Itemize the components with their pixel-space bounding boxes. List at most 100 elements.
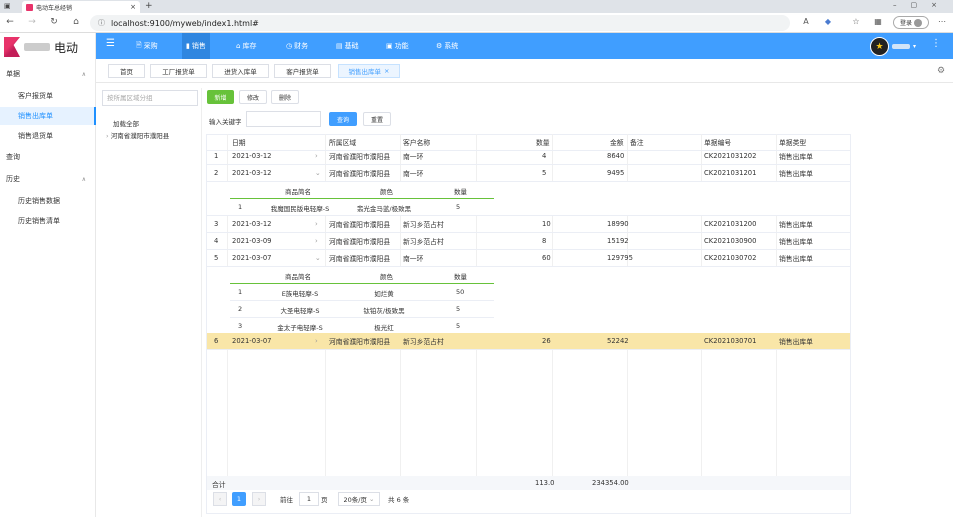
url-field[interactable]: ⓘ localhost:9100/myweb/index1.html# xyxy=(90,15,790,31)
cell-code: CK2021031201 xyxy=(704,169,757,177)
favorite-icon[interactable]: ☆ xyxy=(850,16,862,28)
total-count: 共 6 条 xyxy=(388,496,410,504)
expand-row-icon[interactable]: › xyxy=(315,337,318,345)
col-header-code[interactable]: 单据编号 xyxy=(704,137,731,147)
col-header-region[interactable]: 所属区域 xyxy=(329,137,356,147)
region-filter-panel xyxy=(100,88,202,517)
region-filter-input[interactable]: 按所属区域分组 xyxy=(102,90,198,106)
detail-col-name: 商品简名 xyxy=(285,273,311,281)
forward-icon[interactable]: → xyxy=(26,16,38,28)
nav-basic[interactable]: ▤ 基础 xyxy=(336,33,359,59)
tab-purchase-inbound[interactable]: 进货入库单 xyxy=(212,64,269,78)
page-size-select[interactable]: 20条/页 ⌄ xyxy=(338,492,380,506)
cell-region: 河南省濮阳市濮阳县 xyxy=(329,153,391,161)
sidebar-group-label: 历史 xyxy=(6,175,20,183)
window-controls[interactable]: –▢× xyxy=(893,1,951,9)
detail-header: 商品简名 颜色 数量 xyxy=(230,182,494,199)
col-header-date[interactable]: 日期 xyxy=(232,137,246,147)
sidebar-group-documents[interactable]: 单据 ∧ xyxy=(0,65,96,83)
tab-factory-report[interactable]: 工厂报货单 xyxy=(150,64,207,78)
nav-sales[interactable]: ▮ 销售 xyxy=(182,33,210,59)
reset-button[interactable]: 重置 xyxy=(363,112,391,126)
cell-amount: 52242 xyxy=(607,337,629,345)
login-button[interactable]: 登录 xyxy=(893,16,929,29)
sidebar-item-sales-return[interactable]: 销售退货单 xyxy=(0,127,96,145)
col-header-qty[interactable]: 数量 xyxy=(536,137,550,147)
nav-finance[interactable]: ◷ 财务 xyxy=(286,33,308,59)
tab-customer-report[interactable]: 客户报货单 xyxy=(274,64,331,78)
keyword-input[interactable] xyxy=(246,111,321,127)
col-header-type[interactable]: 单据类型 xyxy=(779,137,806,147)
add-button[interactable]: 新增 xyxy=(207,90,234,104)
row-index: 4 xyxy=(214,237,219,245)
search-button[interactable]: 查询 xyxy=(329,112,357,126)
close-tab-icon[interactable]: × xyxy=(130,3,136,11)
new-tab-icon[interactable]: + xyxy=(145,1,153,11)
collections-icon[interactable]: ▦ xyxy=(872,16,884,28)
sidebar-item-history-sales-list[interactable]: 历史销售清单 xyxy=(0,212,96,230)
collapse-row-icon[interactable]: ⌄ xyxy=(315,254,321,262)
page-number-current[interactable]: 1 xyxy=(232,492,246,506)
next-page-button[interactable]: › xyxy=(252,492,266,506)
browser-titlebar xyxy=(0,0,953,13)
expand-row-icon[interactable]: › xyxy=(315,152,318,160)
tab-home[interactable]: 首页 xyxy=(108,64,145,78)
cell-type: 销售出库单 xyxy=(779,238,813,246)
tree-node-region[interactable]: › 河南省濮阳市濮阳县 xyxy=(106,130,169,140)
detail-row: 1 E族电轻摩-S 如烂黄 50 xyxy=(230,284,494,301)
tab-label: 工厂报货单 xyxy=(162,68,195,76)
extension-icon[interactable]: ◆ xyxy=(822,16,834,28)
col-header-amount[interactable]: 金额 xyxy=(610,137,624,147)
translate-icon[interactable]: A xyxy=(800,16,812,28)
nav-system[interactable]: ⚙ 系统 xyxy=(436,33,458,59)
col-header-note[interactable]: 备注 xyxy=(630,137,644,147)
settings-gear-icon[interactable]: ⚙ xyxy=(937,66,945,76)
chevron-down-icon: ⌄ xyxy=(369,495,375,503)
col-header-customer[interactable]: 客户名称 xyxy=(403,137,430,147)
sidebar-item-sales-outbound[interactable]: 销售出库单 xyxy=(0,107,96,125)
user-menu[interactable]: ★ ▾ xyxy=(870,37,916,56)
cell-type: 销售出库单 xyxy=(779,338,813,346)
nav-inventory[interactable]: ⌂ 库存 xyxy=(236,33,256,59)
tab-sales-outbound[interactable]: 销售出库单 × xyxy=(338,64,400,78)
more-icon[interactable]: ⋮ xyxy=(931,38,941,49)
close-icon[interactable]: × xyxy=(384,67,389,75)
table-row[interactable]: 6 2021-03-07 河南省濮阳市濮阳县 新习乡范占村 26 52242 CK20210… xyxy=(207,333,850,350)
page-suffix: 页 xyxy=(321,496,328,504)
home-icon[interactable]: ⌂ xyxy=(70,16,82,28)
edit-button[interactable]: 修改 xyxy=(239,90,267,104)
cell-customer: 南一环 xyxy=(403,255,424,263)
nav-label: 功能 xyxy=(394,42,409,50)
tree-node-load-all[interactable]: 加载全部 xyxy=(113,118,139,128)
browser-tab[interactable]: 电动车总经销 × xyxy=(22,1,140,13)
sidebar-item-history-sales-data[interactable]: 历史销售数据 xyxy=(0,192,96,210)
back-icon[interactable]: ← xyxy=(4,16,16,28)
expand-row-icon[interactable]: › xyxy=(315,237,318,245)
collapse-row-icon[interactable]: ⌄ xyxy=(315,169,321,177)
nav-purchase[interactable]: 🗎 采购 xyxy=(136,33,158,59)
sidebar-group-query[interactable]: 查询 xyxy=(0,148,96,166)
nav-functions[interactable]: ▣ 功能 xyxy=(386,33,409,59)
table-row[interactable]: 2 2021-03-12 河南省濮阳市濮阳县 南一环 5 9495 CK2021031201… xyxy=(207,165,850,182)
goto-input[interactable]: 1 xyxy=(299,492,319,506)
cell-region: 河南省濮阳市濮阳县 xyxy=(329,255,391,263)
reload-icon[interactable]: ↻ xyxy=(48,16,60,28)
table-row[interactable]: 3 2021-03-12 河南省濮阳市濮阳县 新习乡范占村 10 18990 CK20210… xyxy=(207,216,850,233)
goto-label: 前往 xyxy=(280,496,293,504)
detail-col-color: 颜色 xyxy=(380,273,393,281)
sidebar-toggle-icon[interactable]: ▣ xyxy=(4,2,14,11)
table-row[interactable]: 4 2021-03-09 河南省濮阳市濮阳县 新习乡范占村 8 15192 CK202103… xyxy=(207,233,850,250)
table-row[interactable]: 1 2021-03-12 河南省濮阳市濮阳县 南一环 4 8640 CK2021031202… xyxy=(207,148,850,165)
delete-button[interactable]: 删除 xyxy=(271,90,299,104)
table-row[interactable]: 5 2021-03-07 河南省濮阳市濮阳县 南一环 60 129795 CK2021030… xyxy=(207,250,850,267)
browser-menu-icon[interactable]: ⋯ xyxy=(936,16,948,28)
expand-row-icon[interactable]: › xyxy=(315,220,318,228)
sidebar-group-history[interactable]: 历史 ∧ xyxy=(0,170,96,188)
nav-label: 财务 xyxy=(294,42,309,50)
menu-collapse-icon[interactable]: ☰ xyxy=(106,38,115,49)
sidebar-item-customer-report[interactable]: 客户报货单 xyxy=(0,87,96,105)
cell-amount: 129795 xyxy=(607,254,633,262)
cell-date: 2021-03-07 xyxy=(232,254,272,262)
prev-page-button[interactable]: ‹ xyxy=(213,492,227,506)
sidebar-item-label: 历史销售数据 xyxy=(18,197,60,205)
